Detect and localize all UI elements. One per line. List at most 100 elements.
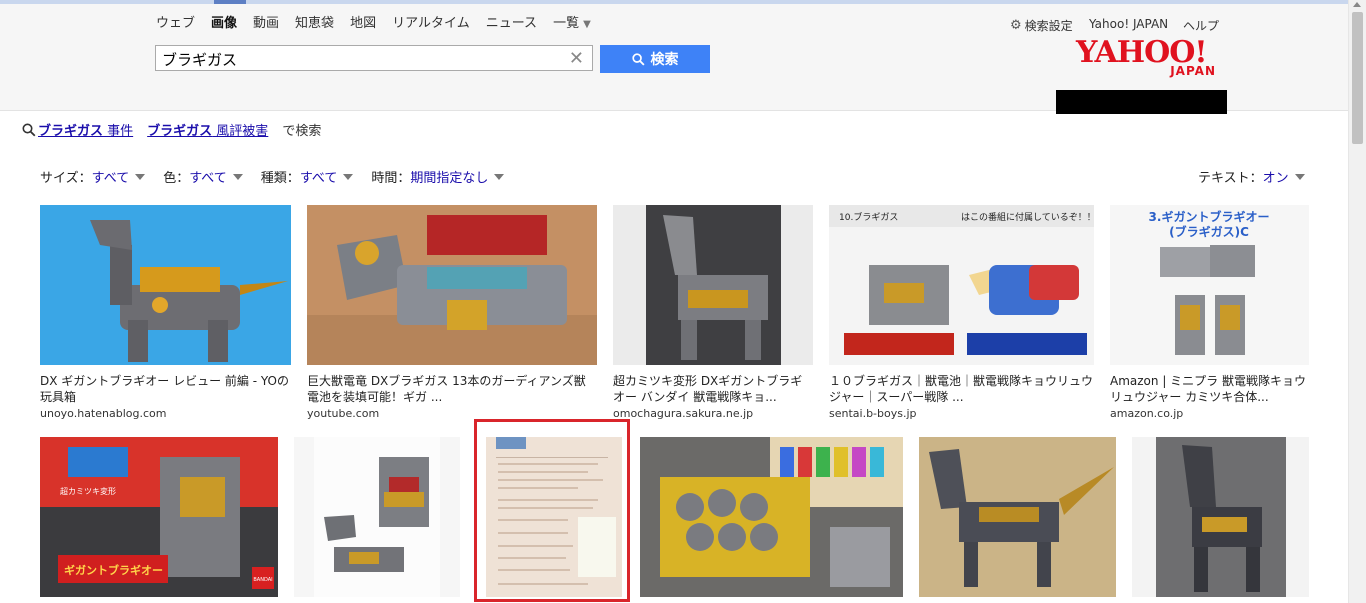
page-scrollbar[interactable]	[1348, 0, 1366, 603]
image-result[interactable]	[486, 437, 622, 597]
search-settings-label: 検索設定	[1024, 19, 1073, 33]
result-title[interactable]: 巨大獣電竜 DXブラギガス 13本のガーディアンズ獣電池を装填可能！ギガ ...	[307, 373, 597, 405]
thumb-header-text-2: はこの番組に付属しているぞ！！	[961, 211, 1094, 223]
parts-image: 3.ギガントブラギオー (ブラギガス)C	[1110, 205, 1309, 365]
result-domain: unoyo.hatenablog.com	[40, 407, 167, 420]
chevron-down-icon	[135, 174, 146, 180]
filter-label: 色：	[163, 171, 190, 186]
image-result[interactable]: 超カミツキ変形 ギガントブラギオー BANDAI	[40, 437, 278, 597]
image-result[interactable]: 10.ブラギガス はこの番組に付属しているぞ！！ １０ブラギガス｜獣電池｜獣電戦…	[829, 205, 1094, 425]
filter-value: 期間指定なし	[410, 171, 489, 186]
battery-cells-image	[640, 437, 903, 597]
result-thumbnail: 3.ギガントブラギオー (ブラギガス)C	[1110, 205, 1309, 365]
tab-news[interactable]: ニュース	[486, 12, 537, 31]
image-result[interactable]: 3.ギガントブラギオー (ブラギガス)C Amazon | ミニプラ 獣電戦隊キ…	[1110, 205, 1309, 425]
text-toggle[interactable]: テキスト：オン	[1198, 167, 1305, 186]
result-domain: omochagura.sakura.ne.jp	[613, 407, 754, 420]
chevron-down-icon	[1294, 174, 1305, 180]
related-search-link[interactable]: ブラギガス 事件	[38, 120, 133, 139]
image-result[interactable]: DX ギガントブラギオー レビュー 前編 - YOの玩具箱 unoyo.hate…	[40, 205, 291, 425]
result-title[interactable]: １０ブラギガス｜獣電池｜獣電戦隊キョウリュウジャー｜スーパー戦隊 ...	[829, 373, 1094, 405]
robot-figure-image	[919, 437, 1116, 597]
filter-type[interactable]: 種類：すべて	[261, 167, 354, 186]
clear-icon[interactable]: ✕	[569, 48, 584, 69]
image-result[interactable]	[1132, 437, 1309, 597]
result-title[interactable]: 超カミツキ変形 DXギガントブラギオー バンダイ 獣電戦隊キョ...	[613, 373, 813, 405]
tab-map[interactable]: 地図	[350, 12, 376, 31]
related-search-link[interactable]: ブラギガス 風評被害	[147, 120, 268, 139]
result-domain: youtube.com	[307, 407, 380, 420]
image-result[interactable]: 巨大獣電竜 DXブラギガス 13本のガーディアンズ獣電池を装填可能！ギガ ...…	[307, 205, 597, 425]
scroll-up-arrow-icon[interactable]	[1353, 2, 1361, 7]
redacted-box	[1056, 90, 1227, 114]
yahoo-logo[interactable]: YAHOO! JAPAN	[1076, 38, 1222, 84]
tab-list[interactable]: 一覧 ▼	[553, 12, 591, 31]
bandai-logo-text: BANDAI	[253, 577, 272, 583]
filter-bar: サイズ：すべて 色：すべて 種類：すべて 時間：期間指定なし	[40, 167, 522, 186]
result-domain: amazon.co.jp	[1110, 407, 1184, 420]
product-box-image: 超カミツキ変形 ギガントブラギオー BANDAI	[40, 437, 278, 597]
scrollbar-thumb[interactable]	[1352, 12, 1363, 144]
tab-realtime[interactable]: リアルタイム	[392, 12, 470, 31]
related-searches: ブラギガス 事件 ブラギガス 風評被害 で検索	[22, 120, 321, 139]
result-thumbnail	[640, 437, 903, 597]
result-thumbnail	[294, 437, 460, 597]
thumb-subtitle-text: (ブラギガス)C	[1169, 224, 1249, 239]
help-link[interactable]: ヘルプ	[1183, 17, 1219, 34]
gear-icon: ⚙	[1010, 18, 1022, 33]
chevron-down-icon	[494, 174, 505, 180]
search-tabs: ウェブ 画像 動画 知恵袋 地図 リアルタイム ニュース 一覧 ▼	[156, 12, 607, 31]
thumb-header-text: 10.ブラギガス	[839, 211, 898, 223]
result-domain: sentai.b-boys.jp	[829, 407, 917, 420]
image-result[interactable]	[919, 437, 1116, 597]
related-term: 事件	[103, 124, 134, 139]
result-thumbnail: 10.ブラギガス はこの番組に付属しているぞ！！	[829, 205, 1094, 365]
filter-color[interactable]: 色：すべて	[163, 167, 243, 186]
result-title[interactable]: Amazon | ミニプラ 獣電戦隊キョウリュウジャー カミツキ合体...	[1110, 373, 1309, 405]
search-icon	[631, 52, 645, 66]
filter-time[interactable]: 時間：期間指定なし	[371, 167, 505, 186]
tab-web[interactable]: ウェブ	[156, 12, 195, 31]
filter-label: 種類：	[260, 171, 300, 186]
related-suffix: で検索	[282, 124, 322, 139]
robot-figure-image	[613, 205, 813, 365]
product-card-image: 10.ブラギガス はこの番組に付属しているぞ！！	[829, 205, 1094, 365]
thumb-title-text: 3.ギガントブラギオー	[1149, 209, 1270, 224]
box-title-text: ギガントブラギオー	[64, 563, 163, 577]
related-keyword: ブラギガス	[38, 124, 104, 139]
tab-video[interactable]: 動画	[253, 12, 279, 31]
text-toggle-value: オン	[1262, 171, 1289, 186]
tab-images[interactable]: 画像	[211, 12, 237, 31]
robot-figure-image	[1132, 437, 1309, 597]
filter-value: すべて	[299, 171, 338, 186]
tab-chiebukuro[interactable]: 知恵袋	[295, 12, 334, 31]
related-keyword: ブラギガス	[147, 124, 213, 139]
search-input[interactable]	[156, 46, 568, 72]
logo-sub: JAPAN	[1170, 64, 1216, 78]
filter-size[interactable]: サイズ：すべて	[40, 167, 146, 186]
related-term: 風評被害	[212, 124, 269, 139]
search-button-label: 検索	[650, 52, 679, 68]
chevron-down-icon	[343, 174, 354, 180]
robot-figure-image	[307, 205, 597, 365]
search-icon	[22, 123, 36, 136]
filter-label: サイズ：	[40, 171, 92, 186]
search-settings-link[interactable]: ⚙ 検索設定	[1010, 17, 1073, 34]
chevron-down-icon: ▼	[583, 19, 591, 30]
robot-figure-image	[40, 205, 291, 365]
image-result[interactable]	[640, 437, 903, 597]
result-thumbnail	[919, 437, 1116, 597]
text-toggle-label: テキスト：	[1198, 171, 1263, 186]
text-screenshot-image	[486, 437, 622, 597]
image-result[interactable]: 超カミツキ変形 DXギガントブラギオー バンダイ 獣電戦隊キョ... omoch…	[613, 205, 813, 425]
search-button[interactable]: 検索	[600, 45, 710, 73]
result-thumbnail	[40, 205, 291, 365]
filter-label: 時間：	[371, 171, 411, 186]
result-title[interactable]: DX ギガントブラギオー レビュー 前編 - YOの玩具箱	[40, 373, 291, 405]
box-text: 超カミツキ変形	[60, 486, 116, 496]
image-result[interactable]	[294, 437, 460, 597]
yahoo-japan-link[interactable]: Yahoo! JAPAN	[1089, 17, 1168, 31]
filter-value: すべて	[189, 171, 227, 186]
result-thumbnail	[486, 437, 622, 597]
filter-value: すべて	[91, 171, 130, 186]
